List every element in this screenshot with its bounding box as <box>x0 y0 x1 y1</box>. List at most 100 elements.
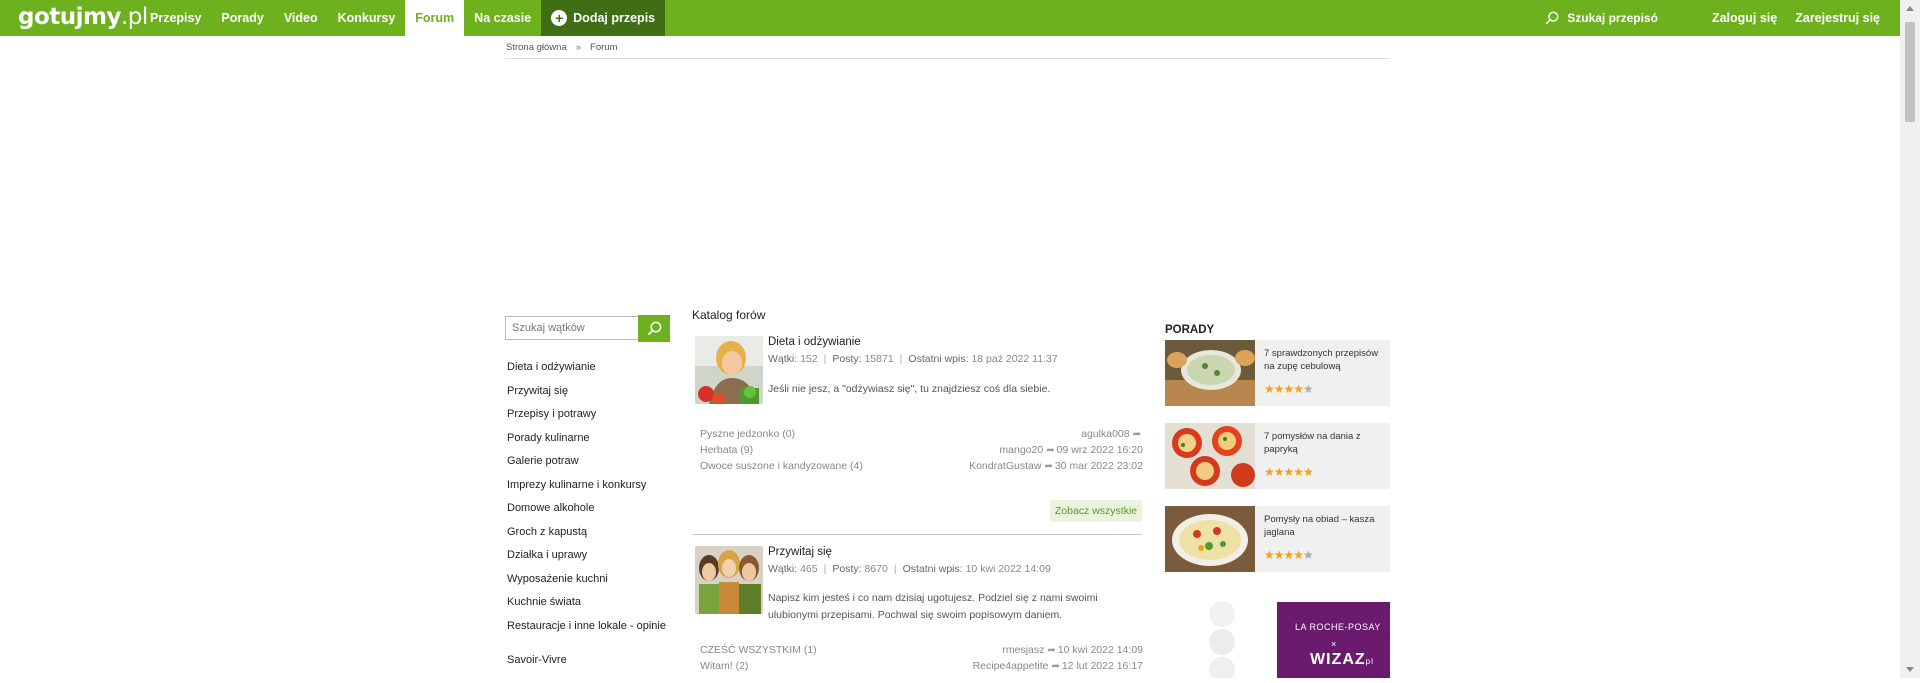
stuffed-peppers-image <box>1165 423 1255 489</box>
millet-bowl-image <box>1165 506 1255 572</box>
sidebar-item-restauracje[interactable]: Restauracje i inne lokale - opinie <box>507 619 667 653</box>
site-logo[interactable]: gotujmy.pl <box>18 4 148 30</box>
sidebar-item-alkohole[interactable]: Domowe alkohole <box>507 501 667 525</box>
thread-title[interactable]: Herbata <box>700 444 737 456</box>
porady-title: PORADY <box>1165 324 1215 336</box>
thread-search-input[interactable]: Szukaj wątków <box>505 315 670 342</box>
breadcrumb-divider <box>505 58 1390 59</box>
tip-title[interactable]: Pomysły na obiad – kasza jaglana <box>1264 514 1384 539</box>
three-women-image <box>695 546 763 614</box>
star-icon: ★★★★★ <box>1264 465 1314 479</box>
scrollbar-thumb[interactable] <box>1905 22 1915 122</box>
recipe-search-input[interactable]: Szukaj przepisó <box>1567 11 1658 25</box>
catalog-title: Katalog forów <box>692 308 766 322</box>
thread-title[interactable]: Owoce suszone i kandyzowane <box>700 460 847 472</box>
breadcrumb-separator: » <box>575 42 582 53</box>
nav-item-przepisy[interactable]: Przepisy <box>140 0 211 36</box>
reply-arrow-icon: ➦ <box>1047 645 1056 656</box>
thread-user[interactable]: mango20 <box>999 444 1043 456</box>
tip-title[interactable]: 7 sprawdzonych przepisów na zupę cebulow… <box>1264 348 1384 373</box>
rating-stars: ★★★★★ <box>1264 548 1314 562</box>
sidebar-item-groch[interactable]: Groch z kapustą <box>507 525 667 549</box>
sidebar-item-porady[interactable]: Porady kulinarne <box>507 431 667 455</box>
thread-row[interactable]: CZEŚĆ WSZYSTKIM (1) rmesjasz ➦ 10 kwi 2022… <box>700 644 1143 660</box>
ad-brand-logo: LA ROCHE-POSAY <box>1295 622 1381 632</box>
thread-row[interactable]: Witam! (2) Recipe4appetite ➦ 12 lut 2022 1… <box>700 660 1143 676</box>
thread-list: Pyszne jedzonko (0) agulka008 ➦ Herbata (… <box>700 428 1143 476</box>
main-nav: Przepisy Porady Video Konkursy Forum Na … <box>140 0 666 36</box>
nav-item-video[interactable]: Video <box>274 0 328 36</box>
register-link[interactable]: Zarejestruj się <box>1795 11 1880 25</box>
see-all-button[interactable]: Zobacz wszystkie <box>1050 500 1142 522</box>
tip-card[interactable]: 7 sprawdzonych przepisów na zupę cebulow… <box>1165 340 1390 406</box>
search-icon <box>647 321 662 336</box>
thread-title[interactable]: Witam! <box>700 660 733 672</box>
reply-arrow-icon: ➦ <box>1051 661 1060 672</box>
forum-description: Jeśli nie jesz, a "odżywiasz się", tu zn… <box>768 383 1051 395</box>
sidebar-item-przywitaj[interactable]: Przywitaj się <box>507 384 667 408</box>
thread-search-button[interactable] <box>638 315 670 342</box>
star-icon: ★ <box>1303 382 1314 396</box>
ad-partner-logo: WIZAZpl <box>1310 651 1374 668</box>
forum-divider <box>692 534 1142 535</box>
reply-arrow-icon: ➦ <box>1044 461 1053 472</box>
scroll-down-arrow-icon[interactable] <box>1906 667 1914 672</box>
forum-card: Dieta i odżywianie Wątki: 152 | Posty: 158… <box>692 336 1143 536</box>
sidebar-item-dieta[interactable]: Dieta i odżywianie <box>507 360 667 384</box>
nav-item-konkursy[interactable]: Konkursy <box>328 0 406 36</box>
woman-with-vegetables-image <box>695 336 763 404</box>
thread-row[interactable]: Pyszne jedzonko (0) agulka008 ➦ <box>700 428 1143 444</box>
ad-banner[interactable]: LA ROCHE-POSAY × WIZAZpl <box>1277 602 1390 678</box>
star-icon: ★ <box>1303 548 1314 562</box>
forum-card: Przywitaj się Wątki: 465 | Posty: 8670 | Ost… <box>692 546 1143 678</box>
thread-user[interactable]: Recipe4appetite <box>973 660 1049 672</box>
sidebar-item-savoir-vivre[interactable]: Savoir-Vivre <box>507 653 667 677</box>
sidebar-item-galerie[interactable]: Galerie potraw <box>507 454 667 478</box>
forum-thumbnail[interactable] <box>695 336 763 404</box>
recipe-search[interactable]: Szukaj przepisó <box>1545 11 1658 25</box>
rating-stars: ★★★★★ <box>1264 382 1314 396</box>
reply-arrow-icon: ➦ <box>1132 429 1141 440</box>
sidebar-item-wyposazenie[interactable]: Wyposażenie kuchni <box>507 572 667 596</box>
add-recipe-button[interactable]: + Dodaj przepis <box>541 0 666 36</box>
thread-title[interactable]: CZEŚĆ WSZYSTKIM <box>700 644 801 656</box>
onion-soup-image <box>1165 340 1255 406</box>
forum-title[interactable]: Przywitaj się <box>768 546 832 558</box>
breadcrumb: Strona główna » Forum <box>506 42 617 53</box>
forum-thumbnail[interactable] <box>695 546 763 614</box>
reply-arrow-icon: ➦ <box>1046 445 1055 456</box>
star-icon: ★★★★ <box>1264 382 1304 396</box>
sidebar-item-przepisy[interactable]: Przepisy i potrawy <box>507 407 667 431</box>
forum-category-list: Dieta i odżywianie Przywitaj się Przepis… <box>507 360 667 676</box>
nav-item-na-czasie[interactable]: Na czasie <box>464 0 541 36</box>
breadcrumb-current[interactable]: Forum <box>590 42 617 53</box>
thread-user[interactable]: agulka008 <box>1081 428 1129 440</box>
nav-item-porady[interactable]: Porady <box>211 0 273 36</box>
forum-stats: Wątki: 465 | Posty: 8670 | Ostatni wpis: 10 … <box>768 563 1051 575</box>
thread-row[interactable]: Owoce suszone i kandyzowane (4) KondratG… <box>700 460 1143 476</box>
thread-user[interactable]: rmesjasz <box>1002 644 1044 656</box>
sidebar-item-imprezy[interactable]: Imprezy kulinarne i konkursy <box>507 478 667 502</box>
thread-row[interactable]: Herbata (9) mango20 ➦ 09 wrz 2022 16:20 <box>700 444 1143 460</box>
star-icon: ★★★★ <box>1264 548 1304 562</box>
ad-product-image[interactable] <box>1177 600 1267 683</box>
ad-x: × <box>1331 639 1337 649</box>
forum-stats: Wątki: 152 | Posty: 15871 | Ostatni wpis: 18… <box>768 353 1058 365</box>
tip-title[interactable]: 7 pomysłów na dania z papryką <box>1264 431 1384 456</box>
sidebar-item-kuchnie[interactable]: Kuchnie świata <box>507 595 667 619</box>
sidebar-item-dzialka[interactable]: Działka i uprawy <box>507 548 667 572</box>
thread-user[interactable]: KondratGustaw <box>969 460 1041 472</box>
forum-title[interactable]: Dieta i odżywianie <box>768 336 861 348</box>
login-link[interactable]: Zaloguj się <box>1712 11 1777 25</box>
rating-stars: ★★★★★ <box>1264 465 1314 479</box>
scroll-up-arrow-icon[interactable] <box>1906 6 1914 11</box>
top-navigation-bar: gotujmy.pl Przepisy Porady Video Konkurs… <box>0 0 1920 36</box>
thread-title[interactable]: Pyszne jedzonko <box>700 428 779 440</box>
tip-card[interactable]: 7 pomysłów na dania z papryką ★★★★★ <box>1165 423 1390 489</box>
nav-item-forum[interactable]: Forum <box>405 0 465 36</box>
tip-card[interactable]: Pomysły na obiad – kasza jaglana ★★★★★ <box>1165 506 1390 572</box>
thread-list: CZEŚĆ WSZYSTKIM (1) rmesjasz ➦ 10 kwi 2022… <box>700 644 1143 676</box>
search-icon <box>1545 11 1559 25</box>
breadcrumb-home[interactable]: Strona główna <box>506 42 567 53</box>
page-scrollbar[interactable] <box>1900 0 1920 678</box>
